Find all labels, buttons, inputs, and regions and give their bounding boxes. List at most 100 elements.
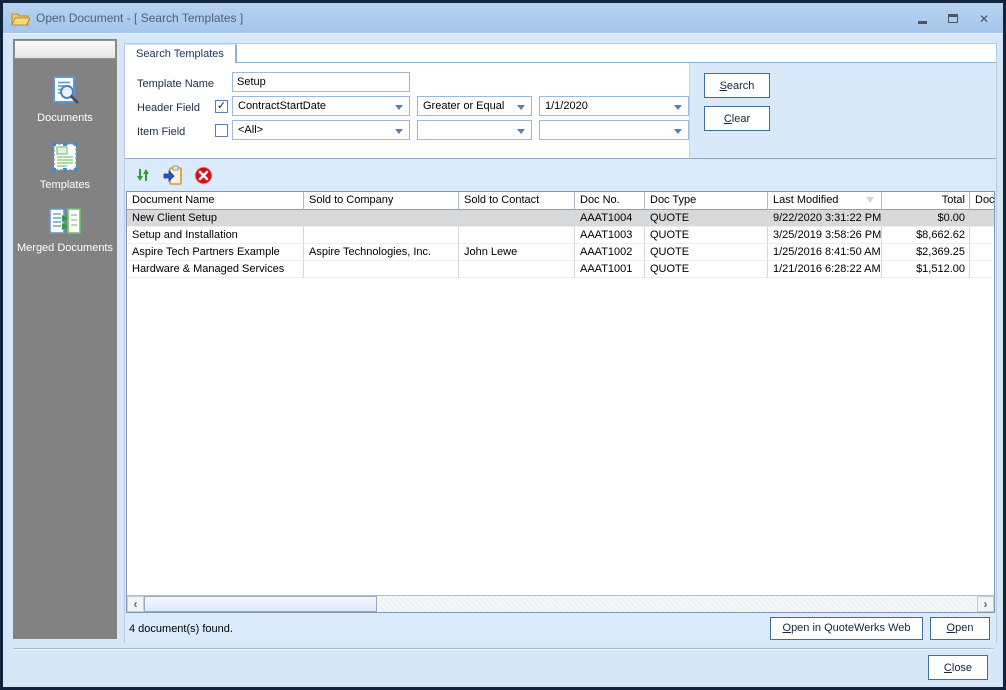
results-grid: Document Name Sold to Company Sold to Co… <box>126 191 995 613</box>
cell-document-name: Hardware & Managed Services <box>127 261 304 278</box>
item-value-select[interactable] <box>539 120 689 140</box>
cell-total: $0.00 <box>882 210 970 227</box>
close-window-button[interactable]: ✕ <box>973 9 995 29</box>
maximize-button[interactable] <box>942 9 964 29</box>
column-header[interactable]: Doc Type <box>645 192 768 210</box>
bottom-separator <box>13 648 993 650</box>
column-header-sorted[interactable]: Last Modified <box>768 192 882 210</box>
tab-strip-filler <box>237 44 996 63</box>
search-actions-panel: Search Clear <box>689 63 996 158</box>
dropdown-arrow-icon <box>395 105 403 110</box>
maximize-icon <box>948 14 958 23</box>
dropdown-arrow-icon <box>395 129 403 134</box>
minimize-button[interactable] <box>911 9 933 29</box>
table-row[interactable]: Aspire Tech Partners Example Aspire Tech… <box>127 244 994 261</box>
refresh-icon <box>136 166 150 184</box>
tab-search-templates[interactable]: Search Templates <box>125 44 237 63</box>
column-header[interactable]: Doc No. <box>575 192 645 210</box>
sidebar-item-label: Documents <box>37 112 93 124</box>
column-header[interactable]: Document Name <box>127 192 304 210</box>
window-title: Open Document - [ Search Templates ] <box>36 11 244 25</box>
cell-doc <box>970 227 994 244</box>
scroll-right-icon: › <box>983 597 988 611</box>
cell-document-name: Setup and Installation <box>127 227 304 244</box>
column-header[interactable]: Sold to Contact <box>459 192 575 210</box>
cell-last-modified: 1/25/2016 8:41:50 AM <box>768 244 882 261</box>
title-bar: Open Document - [ Search Templates ] ✕ <box>3 3 1003 34</box>
item-field-checkbox[interactable] <box>215 124 228 137</box>
cell-doc-type: QUOTE <box>645 244 768 261</box>
open-document-dialog: Open Document - [ Search Templates ] ✕ D… <box>0 0 1006 690</box>
import-template-button[interactable] <box>163 165 183 185</box>
header-field-label: Header Field <box>137 102 200 114</box>
close-icon: ✕ <box>978 11 990 26</box>
table-row[interactable]: New Client Setup AAAT1004 QUOTE 9/22/202… <box>127 210 994 227</box>
delete-icon <box>194 166 213 185</box>
header-operator-value: Greater or Equal <box>423 100 505 112</box>
header-field-select[interactable]: ContractStartDate <box>232 96 410 116</box>
checkmark-icon: ✓ <box>216 100 227 112</box>
sidebar-item-merged-documents[interactable]: Merged Documents <box>13 207 117 254</box>
cell-doc <box>970 261 994 278</box>
sidebar-header <box>14 40 116 59</box>
search-button[interactable]: Search <box>704 73 770 98</box>
results-footer: 4 document(s) found. Open in QuoteWerks … <box>125 613 996 643</box>
cell-doc-type: QUOTE <box>645 210 768 227</box>
item-operator-select[interactable] <box>417 120 532 140</box>
cell-doc-type: QUOTE <box>645 227 768 244</box>
header-value-select[interactable]: 1/1/2020 <box>539 96 689 116</box>
item-field-label: Item Field <box>137 126 186 138</box>
cell-doc <box>970 244 994 261</box>
grid-empty-area <box>127 278 994 595</box>
refresh-button[interactable] <box>133 165 153 185</box>
sidebar-item-label: Templates <box>39 179 91 191</box>
dropdown-arrow-icon <box>674 129 682 134</box>
open-button[interactable]: Open <box>930 616 990 640</box>
table-row[interactable]: Setup and Installation AAAT1003 QUOTE 3/… <box>127 227 994 244</box>
document-search-icon <box>49 75 81 107</box>
scrollbar-thumb[interactable] <box>144 596 377 612</box>
import-template-icon <box>163 165 183 185</box>
header-field-checkbox[interactable]: ✓ <box>215 100 228 113</box>
open-in-quotewerks-web-button[interactable]: Open in QuoteWerks Web <box>770 616 923 640</box>
column-header[interactable]: Total <box>882 192 970 210</box>
scroll-left-button[interactable]: ‹ <box>127 596 144 612</box>
cell-document-name: Aspire Tech Partners Example <box>127 244 304 261</box>
cell-last-modified: 9/22/2020 3:31:22 PM <box>768 210 882 227</box>
cell-doc-no: AAAT1001 <box>575 261 645 278</box>
header-operator-select[interactable]: Greater or Equal <box>417 96 532 116</box>
sidebar-item-label: Merged Documents <box>17 242 113 254</box>
clear-button[interactable]: Clear <box>704 106 770 131</box>
template-name-input[interactable] <box>237 76 405 88</box>
column-header[interactable]: Sold to Company <box>304 192 459 210</box>
minimize-icon <box>917 21 927 24</box>
results-toolbar <box>125 159 996 191</box>
table-row[interactable]: Hardware & Managed Services AAAT1001 QUO… <box>127 261 994 278</box>
cell-sold-to-company <box>304 261 459 278</box>
cell-doc-type: QUOTE <box>645 261 768 278</box>
scrollbar-track[interactable] <box>377 596 977 612</box>
close-button[interactable]: Close <box>928 655 988 680</box>
horizontal-scrollbar[interactable]: ‹ › <box>127 595 994 612</box>
template-icon <box>48 140 82 174</box>
sidebar-item-templates[interactable]: Templates <box>13 140 117 191</box>
cell-sold-to-contact <box>459 261 575 278</box>
template-name-input-box <box>232 72 410 92</box>
sidebar-item-documents[interactable]: Documents <box>13 75 117 124</box>
cell-total: $8,662.62 <box>882 227 970 244</box>
item-field-select[interactable]: <All> <box>232 120 410 140</box>
sidebar: Documents Templates Merged Documents <box>13 39 118 640</box>
delete-button[interactable] <box>193 165 213 185</box>
cell-total: $1,512.00 <box>882 261 970 278</box>
cell-last-modified: 1/21/2016 6:28:22 AM <box>768 261 882 278</box>
column-header[interactable]: Doc <box>970 192 994 210</box>
cell-doc-no: AAAT1003 <box>575 227 645 244</box>
cell-document-name: New Client Setup <box>127 210 304 227</box>
template-name-label: Template Name <box>137 78 215 90</box>
cell-sold-to-company <box>304 210 459 227</box>
item-field-value: <All> <box>238 124 264 136</box>
sort-descending-icon <box>866 197 874 203</box>
search-criteria-section: Template Name Header Field ✓ ContractSta… <box>125 63 996 159</box>
tab-label: Search Templates <box>136 48 224 60</box>
scroll-right-button[interactable]: › <box>977 596 994 612</box>
